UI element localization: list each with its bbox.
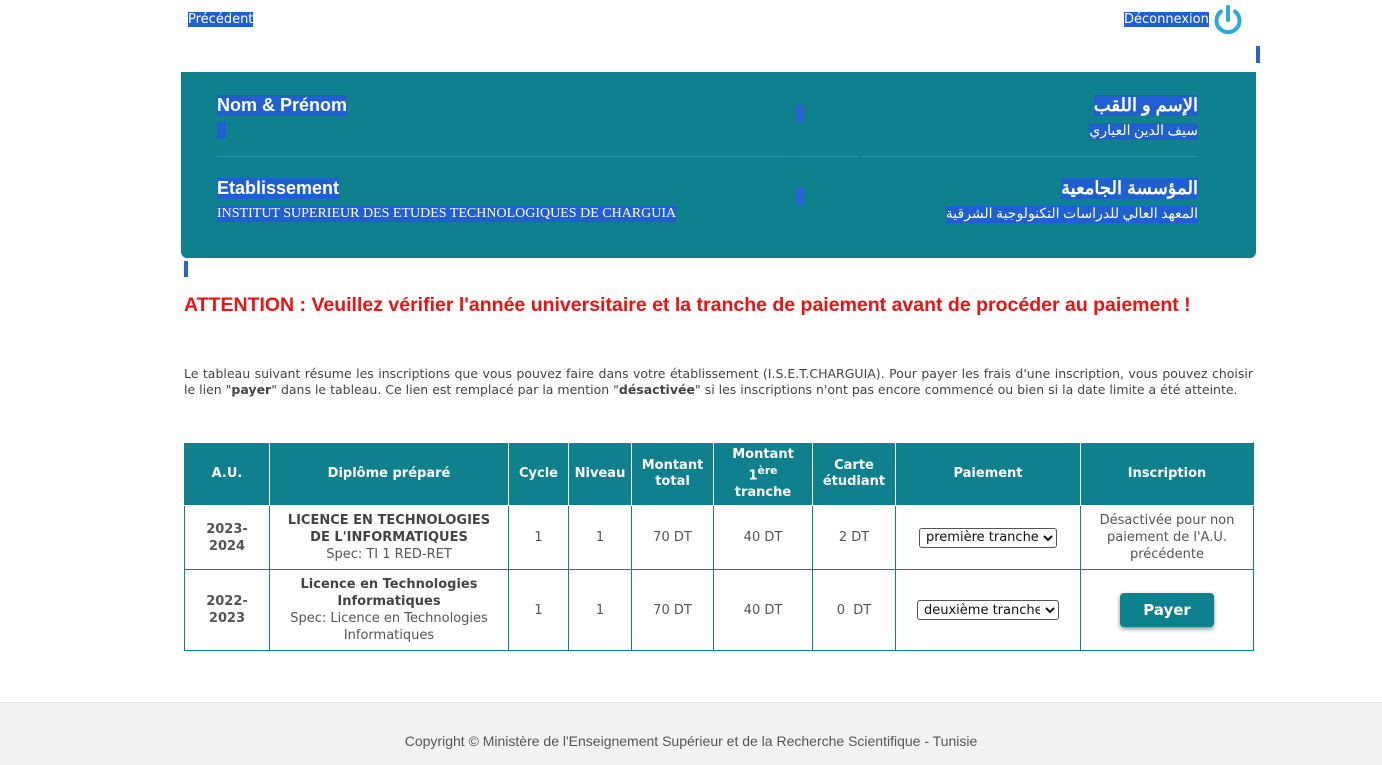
payer-button[interactable]: Payer [1120,593,1214,627]
logout-link[interactable]: Déconnexion [1124,12,1209,27]
pay-keyword: payer [231,382,272,397]
montant-total-cell: 70 DT [631,505,714,570]
col-header-montant-1ere-tranche: Montant 1ère tranche [713,442,813,506]
registrations-table: A.U. Diplôme préparé Cycle Niveau Montan… [184,442,1254,651]
name-value-ar: سيف الدين العياري [1089,123,1198,140]
table-row: 2022-2023 Licence en Technologies Inform… [184,569,1254,651]
tranche-select[interactable]: deuxième tranche [917,600,1059,620]
montant-1ere-tranche-cell: 40 DT [713,505,813,570]
col-header-diplome: Diplôme préparé [269,442,509,506]
divider [862,156,1197,157]
name-value-fr [217,122,226,139]
paiement-cell: deuxième tranche [895,569,1081,651]
etablissement-label-fr: Etablissement [217,178,340,199]
selection-marker [184,261,188,277]
col-header-au: A.U. [184,442,270,506]
col-header-montant-total: Montant total [631,442,714,506]
au-cell: 2022-2023 [184,569,270,651]
previous-link[interactable]: Précédent [188,12,254,27]
inscription-cell: Payer [1080,569,1254,651]
etablissement-value-fr: INSTITUT SUPERIEUR DES ETUDES TECHNOLOGI… [217,206,677,222]
tranche-select[interactable]: première tranche [919,527,1057,548]
divider [793,156,858,157]
diplome-cell: LICENCE EN TECHNOLOGIES DE L'INFORMATIQU… [269,505,509,570]
montant-total-cell: 70 DT [631,569,714,651]
selection-marker [796,188,804,205]
carte-cell: 2 DT [812,505,896,570]
niveau-cell: 1 [568,569,632,651]
paiement-cell: première tranche [895,505,1081,570]
intro-paragraph: Le tableau suivant résume les inscriptio… [184,366,1253,397]
selection-marker [796,105,804,122]
cycle-cell: 1 [508,569,569,651]
col-header-carte: Carte étudiant [812,442,896,506]
col-header-cycle: Cycle [508,442,569,506]
power-icon[interactable] [1210,2,1246,38]
table-row: 2023-2024 LICENCE EN TECHNOLOGIES DE L'I… [184,505,1254,570]
etablissement-label-ar: المؤسسة الجامعية [1061,178,1198,199]
disabled-keyword: désactivée [618,382,695,397]
name-label-fr: Nom & Prénom [217,95,348,116]
footer: Copyright © Ministère de l'Enseignement … [0,702,1382,765]
payment-warning: ATTENTION : Veuillez vérifier l'année un… [184,294,1191,316]
au-cell: 2023-2024 [184,505,270,570]
niveau-cell: 1 [568,505,632,570]
cycle-cell: 1 [508,505,569,570]
col-header-inscription: Inscription [1080,442,1254,506]
divider [217,156,791,157]
inscription-status: Désactivée pour non paiement de l'A.U. p… [1080,505,1254,570]
copyright-text: Copyright © Ministère de l'Enseignement … [404,733,978,749]
montant-1ere-tranche-cell: 40 DT [713,569,813,651]
carte-cell: 0 DT [812,569,896,651]
table-header-row: A.U. Diplôme préparé Cycle Niveau Montan… [184,442,1254,506]
col-header-paiement: Paiement [895,442,1081,506]
diplome-cell: Licence en Technologies Informatiques Spe… [269,569,509,651]
col-header-niveau: Niveau [568,442,632,506]
selection-marker [1256,46,1260,63]
name-label-ar: الإسم و اللقب [1093,95,1198,116]
etablissement-value-ar: المعهد العالي للدراسات التكنولوجية الشرق… [945,206,1198,223]
student-info-panel: Nom & Prénom الإسم و اللقب سيف الدين الع… [181,72,1256,258]
